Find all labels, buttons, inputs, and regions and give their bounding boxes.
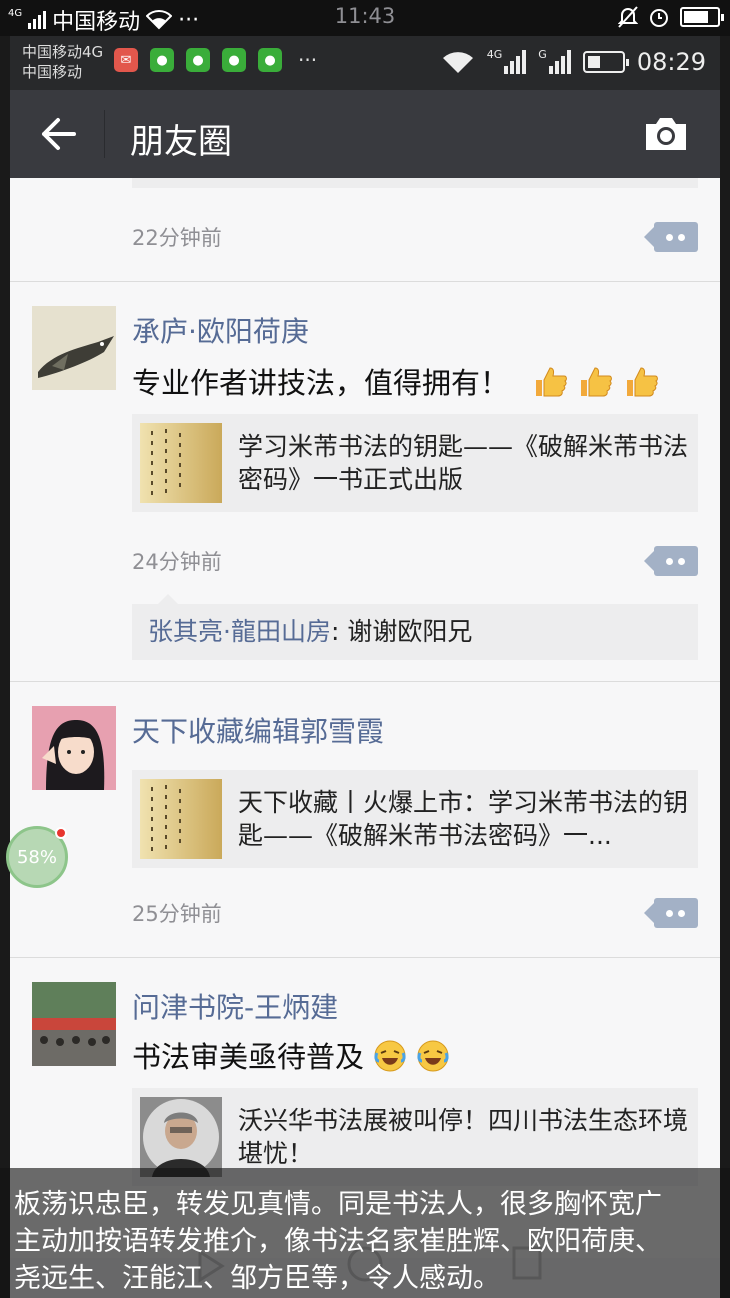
silent-bell-icon (618, 6, 638, 28)
camera-icon[interactable] (642, 116, 690, 152)
memory-percent: 58% (16, 846, 57, 868)
inner-carrier: 中国移动4G 中国移动 (22, 42, 103, 82)
alarm-icon (650, 9, 668, 27)
poster-name[interactable]: 问津书院-王炳建 (132, 986, 338, 1026)
battery-icon (582, 51, 629, 73)
notification-dot (55, 827, 67, 839)
comment-text: : 谢谢欧阳兄 (330, 617, 473, 646)
avatar[interactable] (32, 306, 116, 390)
thumbs-up-emoji-icon (623, 366, 659, 405)
navbar-divider (104, 110, 105, 158)
post-text: 书法审美亟待普及 (132, 1034, 450, 1080)
moments-feed[interactable]: 22分钟前 承庐·欧阳荷庚 专业作者讲技法，值得拥有！ 学习米芾书法的钥匙——《… (10, 178, 720, 1258)
signal-bars-icon (504, 50, 527, 74)
signal-bars-icon (548, 50, 571, 74)
page-title: 朋友圈 (130, 122, 232, 162)
previous-comment-stub (132, 178, 698, 188)
shared-link-card[interactable]: 天下收藏丨火爆上市：学习米芾书法的钥匙——《破解米芾书法密码》一... (132, 770, 698, 868)
battery-icon (680, 7, 724, 27)
poster-name[interactable]: 天下收藏编辑郭雪霞 (132, 710, 384, 750)
thumbs-up-emoji-icon (532, 366, 568, 405)
shared-link-card[interactable]: 学习米芾书法的钥匙——《破解米芾书法密码》一书正式出版 (132, 414, 698, 512)
link-thumbnail (140, 779, 222, 859)
comment-button[interactable] (644, 898, 698, 928)
poster-name[interactable]: 承庐·欧阳荷庚 (132, 310, 309, 350)
link-title: 学习米芾书法的钥匙——《破解米芾书法密码》一书正式出版 (238, 432, 688, 494)
mail-icon: ✉ (114, 48, 138, 72)
post-text-content: 专业作者讲技法，值得拥有！ (132, 366, 510, 400)
post-time: 22分钟前 (132, 226, 222, 250)
notification-icons: ✉ ● ● ● ● ··· (114, 48, 317, 72)
post-text: 专业作者讲技法，值得拥有！ (132, 360, 659, 405)
wechat-icon: ● (222, 48, 246, 72)
more-notifications: ··· (298, 48, 318, 72)
moment-post: 天下收藏编辑郭雪霞 天下收藏丨火爆上市：学习米芾书法的钥匙——《破解米芾书法密码… (10, 682, 720, 958)
post-time: 24分钟前 (132, 550, 222, 574)
post-text-content: 书法审美亟待普及 (132, 1040, 365, 1074)
video-caption: 板荡识忠臣，转发见真情。同是书法人，很多胸怀宽广 主动加按语转发推介，像书法名家… (0, 1168, 730, 1298)
comment-item[interactable]: 张其亮·龍田山房: 谢谢欧阳兄 (132, 594, 698, 660)
carrier-line-1: 中国移动4G (22, 43, 104, 61)
comment-author[interactable]: 张其亮·龍田山房 (148, 617, 331, 646)
post-time: 25分钟前 (132, 902, 222, 926)
avatar[interactable] (32, 706, 116, 790)
link-thumbnail (140, 1097, 222, 1177)
link-title: 天下收藏丨火爆上市：学习米芾书法的钥匙——《破解米芾书法密码》一... (238, 788, 688, 850)
link-thumbnail (140, 423, 222, 503)
inner-status-bar: 中国移动4G 中国移动 ✉ ● ● ● ● ··· 4G G 08:29 (10, 36, 720, 90)
previous-post-tail: 22分钟前 (10, 178, 720, 282)
caption-line: 尧远生、汪能江、邹方臣等，令人感动。 (14, 1263, 500, 1294)
network-type-2: G (538, 47, 547, 61)
top-navbar: 朋友圈 (10, 90, 720, 178)
caption-line: 主动加按语转发推介，像书法名家崔胜辉、欧阳荷庚、 (14, 1226, 662, 1257)
thumbs-up-emoji-icon (577, 366, 613, 405)
carrier-line-2: 中国移动 (22, 63, 83, 81)
wifi-icon (442, 52, 473, 73)
moment-post: 承庐·欧阳荷庚 专业作者讲技法，值得拥有！ 学习米芾书法的钥匙——《破解米芾书法… (10, 282, 720, 682)
phone-screen: 中国移动4G 中国移动 ✉ ● ● ● ● ··· 4G G 08:29 朋友圈 (10, 36, 720, 1298)
laughing-crying-emoji-icon (373, 1039, 407, 1080)
wechat-icon: ● (150, 48, 174, 72)
wechat-icon: ● (258, 48, 282, 72)
comment-button[interactable] (644, 222, 698, 252)
network-type-1: 4G (486, 47, 503, 61)
back-arrow-icon[interactable] (36, 112, 80, 156)
wechat-icon: ● (186, 48, 210, 72)
floating-memory-ball[interactable]: 58% (6, 826, 68, 888)
inner-clock: 08:29 (636, 48, 706, 76)
outer-status-bar: 4G 中国移动 ··· 11:43 (0, 0, 730, 36)
avatar[interactable] (32, 982, 116, 1066)
comment-button[interactable] (644, 546, 698, 576)
caption-line: 板荡识忠臣，转发见真情。同是书法人，很多胸怀宽广 (14, 1189, 662, 1220)
link-title: 沃兴华书法展被叫停！四川书法生态环境堪忧！ (238, 1106, 688, 1168)
laughing-crying-emoji-icon (416, 1039, 450, 1080)
